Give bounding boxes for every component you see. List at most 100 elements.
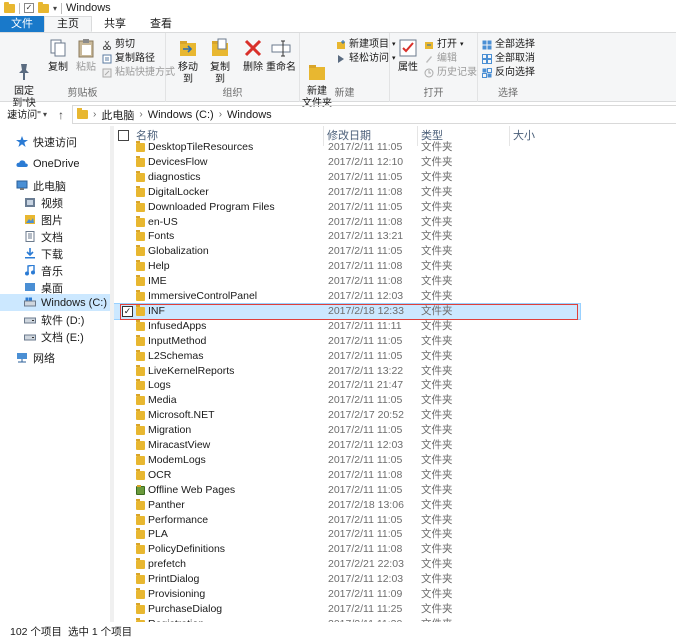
nav-documents[interactable]: 文档 (24, 228, 63, 245)
move-to-button[interactable]: 移动到 (174, 37, 202, 86)
paste-button[interactable]: 粘贴 (74, 37, 98, 74)
table-row[interactable]: Offline Web Pages 2017/2/11 11:05 文件夹 (114, 483, 580, 498)
file-name: ImmersiveControlPanel (148, 290, 258, 302)
properties-quick-icon[interactable]: ✓ (24, 3, 34, 13)
rename-button[interactable]: 重命名 (266, 37, 296, 74)
tab-file[interactable]: 文件 (0, 16, 44, 32)
table-row[interactable]: Media 2017/2/11 11:05 文件夹 (114, 393, 580, 408)
forward-arrow-icon[interactable]: → (20, 108, 38, 122)
up-arrow-icon[interactable]: ↑ (52, 108, 70, 122)
select-none-button[interactable]: 全部取消 (482, 52, 535, 65)
nav-onedrive[interactable]: OneDrive (16, 155, 79, 172)
table-row[interactable]: L2Schemas 2017/2/11 11:05 文件夹 (114, 349, 580, 364)
recent-chevron-icon[interactable]: ▾ (38, 110, 52, 119)
table-row[interactable]: Logs 2017/2/11 21:47 文件夹 (114, 378, 580, 393)
table-row[interactable]: InfusedApps 2017/2/11 11:11 文件夹 (114, 319, 580, 334)
row-checkbox[interactable]: ✓ (122, 305, 133, 317)
table-row[interactable]: Globalization 2017/2/11 11:05 文件夹 (114, 244, 580, 259)
file-date: 2017/2/11 11:05 (328, 200, 403, 213)
cloud-icon (16, 158, 28, 169)
navigation-bar: ← → ▾ ↑ › 此电脑 › Windows (C:) › Windows (0, 103, 676, 126)
cut-button[interactable]: 剪切 (102, 38, 135, 51)
nav-this-pc[interactable]: 此电脑 (16, 177, 66, 194)
nav-videos[interactable]: 视频 (24, 194, 63, 211)
tab-share[interactable]: 共享 (92, 16, 138, 32)
file-name: DevicesFlow (148, 155, 208, 168)
nav-music[interactable]: 音乐 (24, 262, 63, 279)
invert-selection-button[interactable]: 反向选择 (482, 66, 535, 79)
new-group-label: 新建 (334, 88, 355, 99)
table-row[interactable]: ModemLogs 2017/2/11 11:05 文件夹 (114, 453, 580, 468)
table-row[interactable]: PurchaseDialog 2017/2/11 11:25 文件夹 (114, 602, 580, 617)
select-all-button[interactable]: 全部选择 (482, 38, 535, 51)
table-row[interactable]: Downloaded Program Files 2017/2/11 11:05 文… (114, 200, 580, 215)
folder-icon (136, 513, 145, 525)
table-row[interactable]: IME 2017/2/11 11:08 文件夹 (114, 274, 580, 289)
table-row[interactable]: Panther 2017/2/18 13:06 文件夹 (114, 498, 580, 513)
file-type: 文件夹 (421, 588, 453, 600)
table-row[interactable]: PolicyDefinitions 2017/2/11 11:08 文件夹 (114, 542, 580, 557)
file-date: 2017/2/11 11:05 (328, 245, 403, 258)
copy-to-button[interactable]: 复制到 (206, 37, 234, 86)
folder-icon (136, 230, 145, 242)
nav-pictures[interactable]: 图片 (24, 211, 63, 228)
easy-access-button[interactable]: 轻松访问 ▾ (336, 52, 396, 65)
nav-drive-d[interactable]: 软件 (D:) (24, 311, 84, 328)
table-row[interactable]: LiveKernelReports 2017/2/11 13:22 文件夹 (114, 364, 580, 379)
table-row[interactable]: Microsoft.NET 2017/2/17 20:52 文件夹 (114, 408, 580, 423)
breadcrumb-this-pc[interactable]: 此电脑 (101, 107, 134, 123)
table-row[interactable]: ✓ INF 2017/2/18 12:33 文件夹 (114, 302, 581, 320)
file-type: 文件夹 (421, 543, 453, 556)
new-folder-quick-icon[interactable] (38, 1, 49, 13)
breadcrumb-drive-c[interactable]: Windows (C:) (148, 109, 214, 121)
nav-downloads[interactable]: 下载 (24, 245, 63, 262)
folder-icon (136, 558, 145, 570)
table-row[interactable]: Migration 2017/2/11 11:05 文件夹 (114, 423, 580, 438)
nav-drive-e[interactable]: 文档 (E:) (24, 328, 84, 345)
table-row[interactable]: en-US 2017/2/11 11:08 文件夹 (114, 215, 580, 230)
paste-shortcut-button[interactable]: 粘贴快捷方式 (102, 66, 175, 79)
folder-icon[interactable] (4, 1, 15, 13)
table-row[interactable]: DevicesFlow 2017/2/11 12:10 文件夹 (114, 155, 580, 170)
delete-button[interactable]: 删除 (242, 37, 264, 74)
file-name: LiveKernelReports (148, 364, 235, 377)
file-type: 文件夹 (421, 528, 453, 541)
nav-drive-c[interactable]: Windows (C:) (0, 294, 110, 311)
file-date: 2017/2/11 11:05 (328, 141, 403, 153)
table-row[interactable]: OCR 2017/2/11 11:08 文件夹 (114, 468, 580, 483)
edit-button[interactable]: 编辑 (424, 52, 457, 65)
breadcrumb-windows[interactable]: Windows (227, 109, 272, 121)
history-label: 历史记录 (437, 67, 477, 78)
file-type: 文件夹 (421, 409, 453, 422)
table-row[interactable]: Performance 2017/2/11 11:05 文件夹 (114, 513, 580, 528)
nav-network[interactable]: 网络 (16, 349, 55, 366)
new-folder-button[interactable]: 新建 文件夹 (302, 37, 332, 110)
table-row[interactable]: PLA 2017/2/11 11:05 文件夹 (114, 527, 580, 542)
copy-button[interactable]: 复制 (46, 37, 70, 74)
table-row[interactable]: MiracastView 2017/2/11 12:03 文件夹 (114, 438, 580, 453)
open-button[interactable]: 打开 ▾ (424, 38, 464, 51)
tab-home[interactable]: 主页 (44, 16, 92, 32)
tab-view[interactable]: 查看 (138, 16, 184, 32)
table-row[interactable]: prefetch 2017/2/21 22:03 文件夹 (114, 557, 580, 572)
address-bar[interactable]: › 此电脑 › Windows (C:) › Windows (72, 105, 676, 124)
new-item-button[interactable]: 新建项目 ▾ (336, 38, 396, 51)
table-row[interactable]: PrintDialog 2017/2/11 12:03 文件夹 (114, 572, 580, 587)
nav-onedrive-label: OneDrive (33, 157, 80, 170)
table-row[interactable]: Provisioning 2017/2/11 11:09 文件夹 (114, 587, 580, 602)
nav-quick-access[interactable]: 快速访问 (16, 133, 77, 150)
chevron-down-icon[interactable]: ▾ (53, 4, 57, 13)
properties-button[interactable]: 属性 (396, 37, 420, 74)
file-name: InfusedApps (148, 319, 207, 332)
back-arrow-icon[interactable]: ← (2, 108, 20, 122)
copy-path-button[interactable]: 复制路径 (102, 52, 155, 65)
history-button[interactable]: 历史记录 (424, 66, 477, 79)
table-row[interactable]: Fonts 2017/2/11 13:21 文件夹 (114, 229, 580, 244)
table-row[interactable]: Help 2017/2/11 11:08 文件夹 (114, 259, 580, 274)
table-row[interactable]: InputMethod 2017/2/11 11:05 文件夹 (114, 334, 580, 349)
table-row[interactable]: ImmersiveControlPanel 2017/2/11 12:03 文件夹 (114, 289, 580, 304)
table-row[interactable]: diagnostics 2017/2/11 11:05 文件夹 (114, 170, 580, 185)
file-date: 2017/2/11 11:08 (328, 468, 403, 481)
table-row[interactable]: DigitalLocker 2017/2/11 11:08 文件夹 (114, 185, 580, 200)
table-row[interactable]: DesktopTileResources 2017/2/11 11:05 文件夹 (114, 140, 580, 155)
